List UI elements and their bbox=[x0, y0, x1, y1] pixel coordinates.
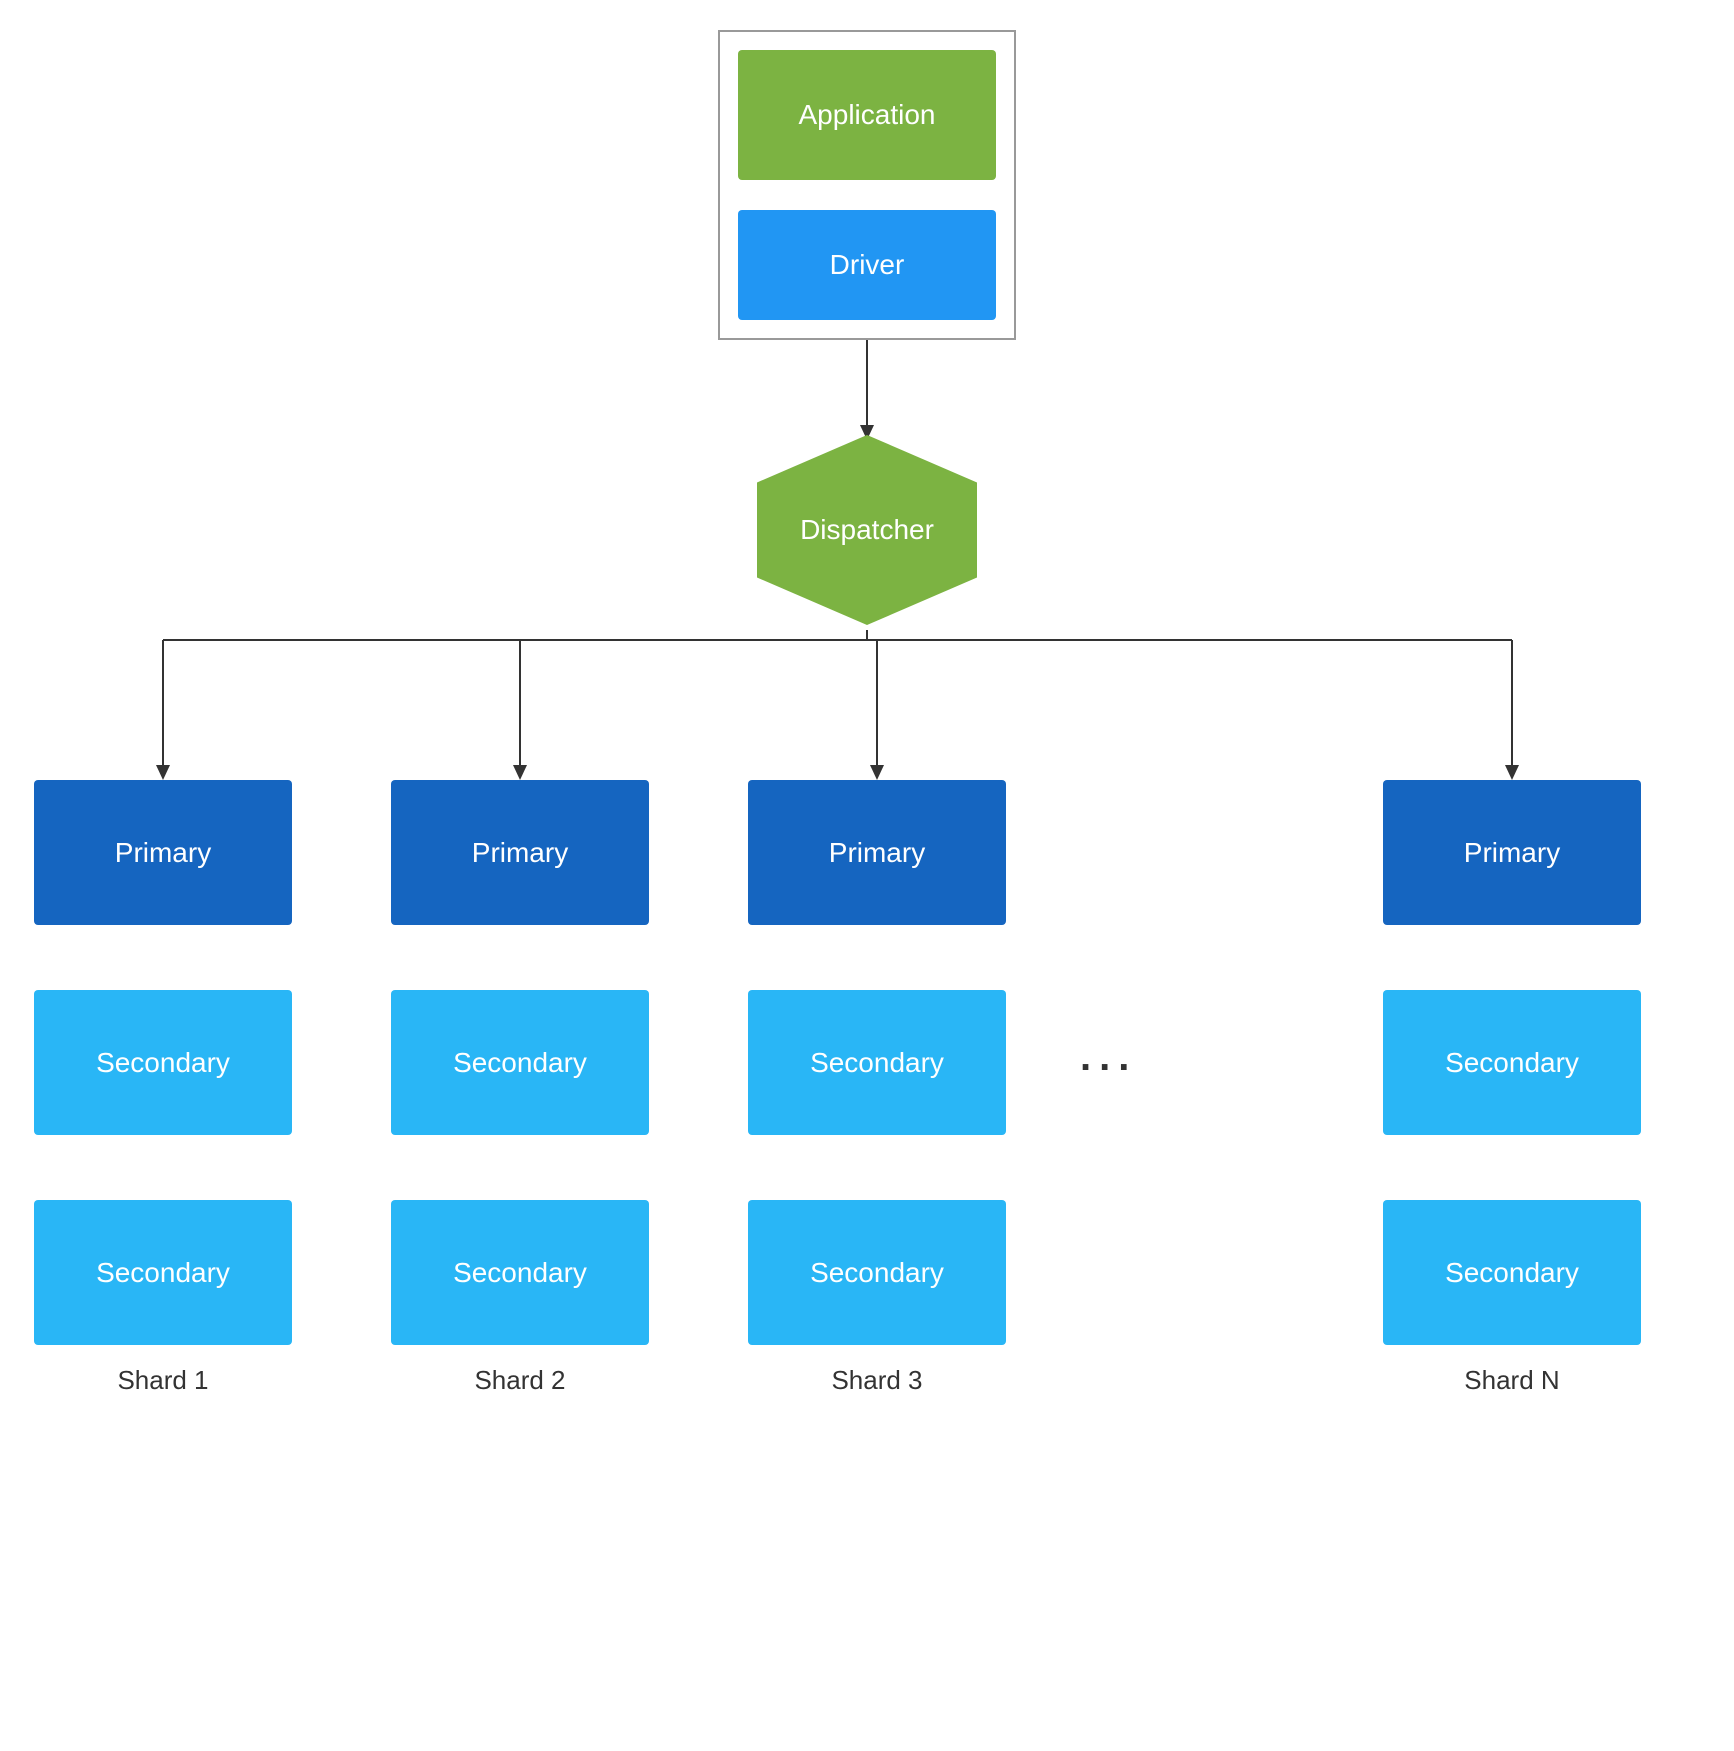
primary-label-n: Primary bbox=[1464, 837, 1560, 869]
shard-label-2: Shard 2 bbox=[391, 1365, 649, 1396]
primary-node-2: Primary bbox=[391, 780, 649, 925]
secondary-label-2-3: Secondary bbox=[810, 1257, 944, 1289]
secondary-label-1-1: Secondary bbox=[96, 1047, 230, 1079]
secondary-label-2-n: Secondary bbox=[1445, 1257, 1579, 1289]
shard-label-3: Shard 3 bbox=[748, 1365, 1006, 1396]
secondary-node-2-3: Secondary bbox=[748, 1200, 1006, 1345]
secondary-node-1-2: Secondary bbox=[391, 990, 649, 1135]
dispatcher-label: Dispatcher bbox=[800, 514, 934, 546]
architecture-diagram: Application Driver Dispatcher Primary Pr… bbox=[0, 0, 1734, 1751]
driver-label: Driver bbox=[830, 249, 905, 281]
secondary-label-1-n: Secondary bbox=[1445, 1047, 1579, 1079]
secondary-label-2-2: Secondary bbox=[453, 1257, 587, 1289]
secondary-node-1-n: Secondary bbox=[1383, 990, 1641, 1135]
ellipsis: ... bbox=[1080, 1035, 1137, 1080]
secondary-node-2-1: Secondary bbox=[34, 1200, 292, 1345]
secondary-label-1-3: Secondary bbox=[810, 1047, 944, 1079]
dispatcher-node: Dispatcher bbox=[757, 430, 977, 630]
secondary-node-1-1: Secondary bbox=[34, 990, 292, 1135]
primary-node-n: Primary bbox=[1383, 780, 1641, 925]
secondary-label-1-2: Secondary bbox=[453, 1047, 587, 1079]
secondary-node-2-n: Secondary bbox=[1383, 1200, 1641, 1345]
primary-node-1: Primary bbox=[34, 780, 292, 925]
application-label: Application bbox=[799, 99, 936, 131]
shard-1-text: Shard 1 bbox=[117, 1365, 208, 1395]
application-node: Application bbox=[738, 50, 996, 180]
primary-label-2: Primary bbox=[472, 837, 568, 869]
shard-2-text: Shard 2 bbox=[474, 1365, 565, 1395]
shard-3-text: Shard 3 bbox=[831, 1365, 922, 1395]
primary-node-3: Primary bbox=[748, 780, 1006, 925]
dispatcher-hexagon: Dispatcher bbox=[757, 435, 977, 625]
shard-n-text: Shard N bbox=[1464, 1365, 1559, 1395]
secondary-label-2-1: Secondary bbox=[96, 1257, 230, 1289]
shard-label-1: Shard 1 bbox=[34, 1365, 292, 1396]
primary-label-1: Primary bbox=[115, 837, 211, 869]
primary-label-3: Primary bbox=[829, 837, 925, 869]
shard-label-n: Shard N bbox=[1383, 1365, 1641, 1396]
driver-node: Driver bbox=[738, 210, 996, 320]
secondary-node-2-2: Secondary bbox=[391, 1200, 649, 1345]
secondary-node-1-3: Secondary bbox=[748, 990, 1006, 1135]
